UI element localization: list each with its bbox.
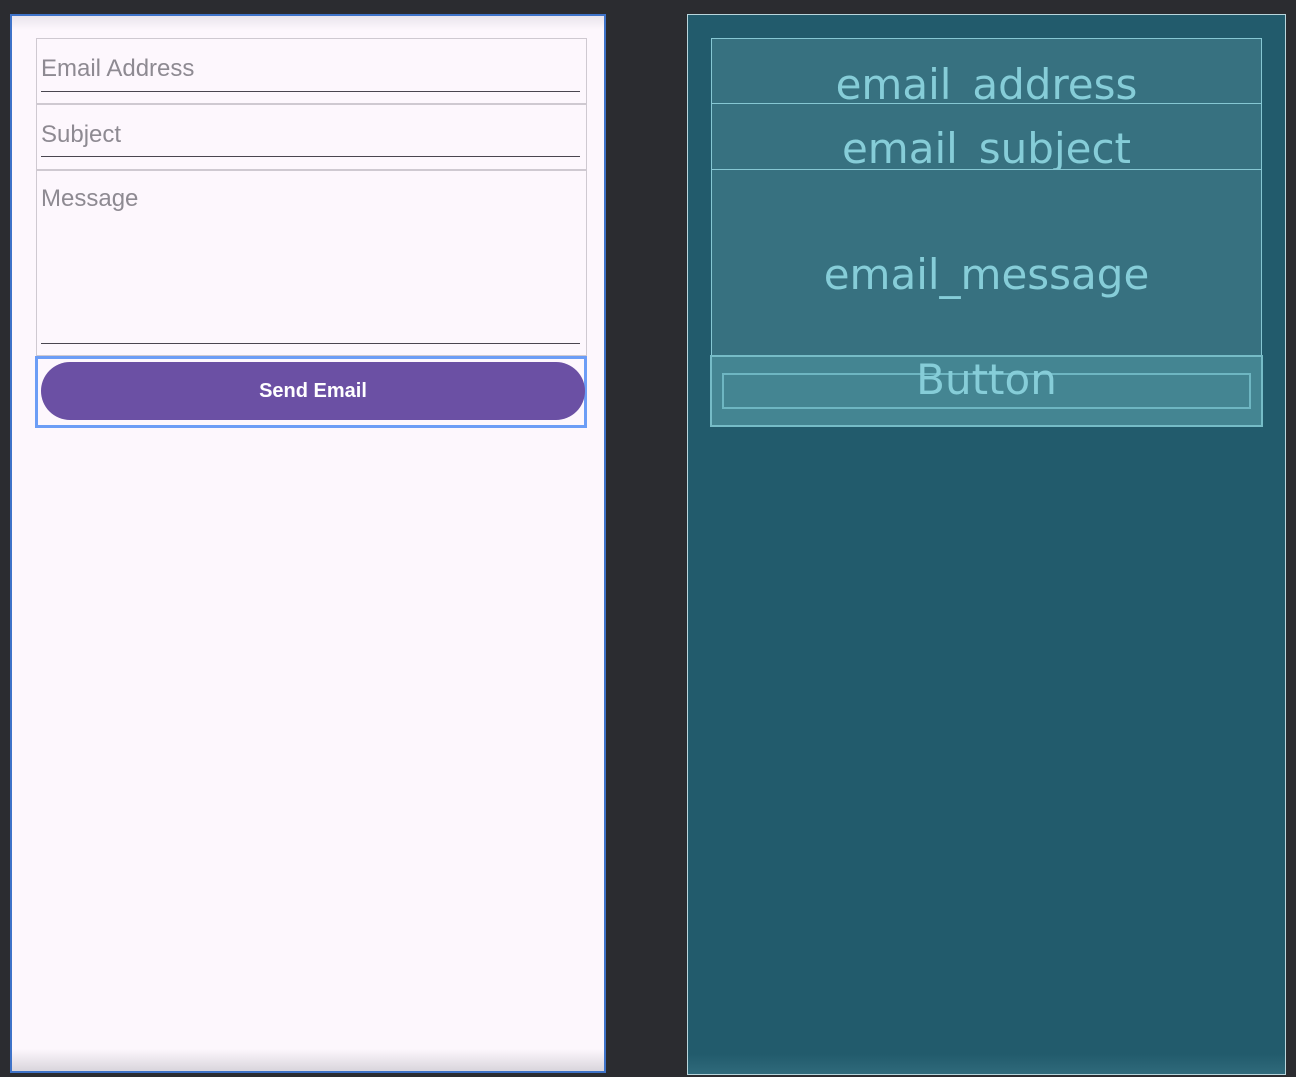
message-underline xyxy=(41,343,580,344)
blueprint-button[interactable]: Button xyxy=(710,355,1263,427)
blueprint-button-label: Button xyxy=(916,355,1057,404)
subject-input[interactable] xyxy=(41,119,580,151)
blueprint-email-subject[interactable]: email_subject xyxy=(711,103,1262,173)
email-address-field[interactable] xyxy=(36,38,587,104)
blueprint-email-subject-label: email_subject xyxy=(841,124,1132,173)
email-underline xyxy=(41,91,580,92)
blueprint-email-message[interactable]: email_message xyxy=(711,169,1262,356)
message-field[interactable] xyxy=(36,170,587,356)
blueprint-pane[interactable]: email_address email_subject email_messag… xyxy=(687,14,1286,1075)
send-email-button[interactable]: Send Email xyxy=(41,362,585,420)
message-input[interactable] xyxy=(41,185,580,335)
blueprint-email-address-label: email_address xyxy=(835,60,1138,109)
send-email-button-selection: Send Email xyxy=(35,356,587,428)
design-preview-pane[interactable]: Send Email xyxy=(10,14,606,1073)
blueprint-email-message-label: email_message xyxy=(823,250,1150,299)
subject-underline xyxy=(41,156,580,157)
subject-field[interactable] xyxy=(36,104,587,170)
email-address-input[interactable] xyxy=(41,53,580,85)
blueprint-email-address[interactable]: email_address xyxy=(711,38,1262,109)
